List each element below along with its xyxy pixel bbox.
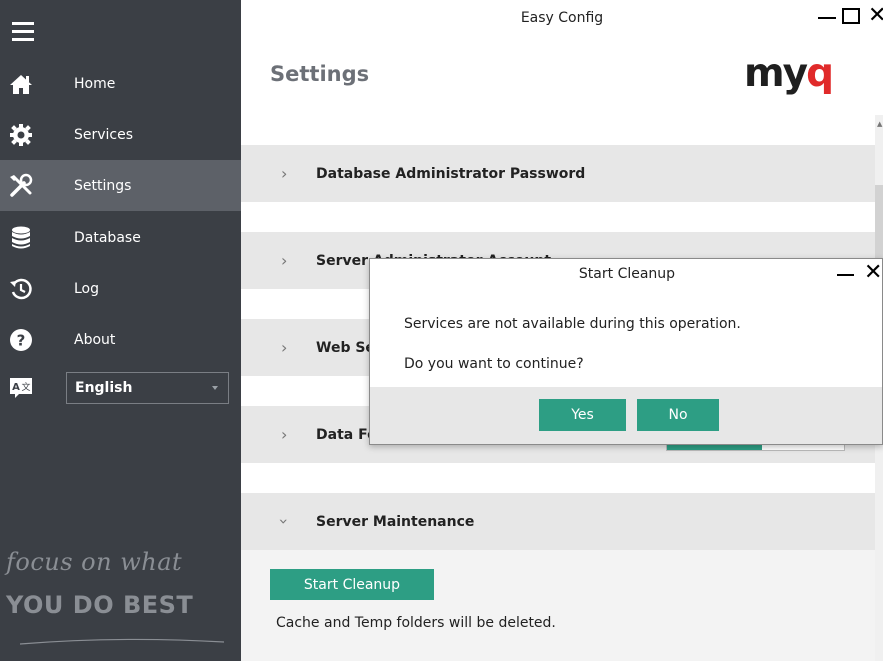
close-icon[interactable]: ✕ (864, 260, 882, 285)
translate-icon: A文 (8, 375, 34, 401)
database-icon (8, 225, 34, 251)
no-button[interactable]: No (637, 399, 719, 431)
yes-button[interactable]: Yes (539, 399, 626, 431)
sidebar-item-log[interactable]: Log (0, 263, 241, 314)
myq-logo: myq (744, 51, 834, 96)
section-database-admin-password[interactable]: › Database Administrator Password (241, 145, 883, 202)
sidebar-item-label: Database (74, 229, 141, 246)
slogan-line-2: YOU DO BEST (6, 591, 194, 619)
close-icon[interactable]: ✕ (868, 3, 883, 28)
chevron-down-icon: › (274, 518, 294, 525)
start-cleanup-dialog: Start Cleanup ✕ Services are not availab… (369, 258, 883, 445)
history-icon (8, 276, 34, 302)
start-cleanup-button[interactable]: Start Cleanup (270, 569, 434, 600)
section-server-maintenance[interactable]: › Server Maintenance (241, 493, 883, 550)
sidebar-item-label: About (74, 331, 116, 348)
dialog-question: Do you want to continue? (404, 356, 584, 372)
svg-text:?: ? (17, 331, 26, 349)
help-icon: ? (8, 327, 34, 353)
slogan-swoosh (20, 638, 224, 645)
chevron-right-icon: › (281, 338, 288, 357)
sidebar-item-label: Home (74, 75, 116, 92)
gear-icon (8, 122, 34, 148)
sidebar-item-label: Settings (74, 177, 132, 194)
scroll-up-icon[interactable]: ▲ (877, 120, 882, 128)
section-title: Data Fo (316, 426, 377, 443)
svg-text:文: 文 (21, 381, 30, 393)
sidebar-item-settings[interactable]: Settings (0, 160, 241, 211)
chevron-right-icon: › (281, 251, 288, 270)
sidebar-item-label: Log (74, 280, 100, 297)
section-title: Web Se (316, 339, 375, 356)
dialog-message: Services are not available during this o… (404, 316, 741, 332)
svg-text:A: A (12, 382, 20, 393)
sidebar-item-services[interactable]: Services (0, 109, 241, 160)
cleanup-note: Cache and Temp folders will be deleted. (276, 615, 556, 631)
section-title: Database Administrator Password (316, 165, 586, 182)
sidebar-item-home[interactable]: Home (0, 58, 241, 109)
maintenance-panel (241, 550, 883, 661)
dialog-footer: Yes No (370, 387, 882, 444)
language-select-value: English (75, 380, 133, 396)
window-title: Easy Config (520, 10, 604, 26)
minimize-icon[interactable] (818, 17, 836, 19)
hamburger-menu-icon[interactable] (12, 22, 34, 46)
language-select[interactable]: English (66, 372, 229, 404)
chevron-down-icon (212, 386, 218, 390)
sidebar: Home Services Settings Database Log ? Ab… (0, 0, 241, 661)
sidebar-item-label: Services (74, 126, 134, 143)
maximize-icon[interactable] (842, 8, 860, 24)
tools-icon (8, 173, 34, 199)
sidebar-item-about[interactable]: ? About (0, 314, 241, 365)
home-icon (8, 71, 34, 97)
sidebar-item-database[interactable]: Database (0, 212, 241, 263)
section-title: Server Maintenance (316, 513, 475, 530)
chevron-right-icon: › (281, 164, 288, 183)
slogan-line-1: focus on what (6, 548, 183, 576)
minimize-icon[interactable] (837, 274, 854, 276)
chevron-right-icon: › (281, 425, 288, 444)
dialog-title: Start Cleanup (578, 266, 676, 282)
page-title: Settings (270, 62, 370, 86)
